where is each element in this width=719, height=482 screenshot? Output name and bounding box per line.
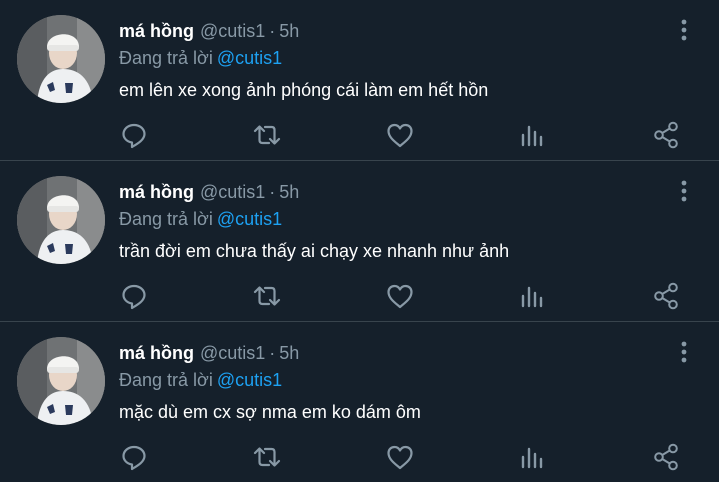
timestamp[interactable]: 5h bbox=[279, 182, 299, 202]
like-icon[interactable] bbox=[385, 442, 415, 472]
avatar-photo bbox=[17, 15, 105, 103]
tweet-text: mặc dù em cx sợ nma em ko dám ôm bbox=[119, 402, 421, 422]
reply-context: Đang trả lời @cutis1 bbox=[119, 47, 282, 69]
reply-icon[interactable] bbox=[119, 442, 149, 472]
reply-to-link[interactable]: @cutis1 bbox=[217, 48, 282, 68]
reply-context: Đang trả lời @cutis1 bbox=[119, 369, 282, 391]
reply-prefix: Đang trả lời bbox=[119, 48, 213, 68]
action-bar bbox=[0, 442, 719, 472]
reply-icon[interactable] bbox=[119, 120, 149, 150]
display-name[interactable]: má hồng bbox=[119, 21, 194, 41]
separator-dot: · bbox=[269, 182, 276, 202]
share-icon[interactable] bbox=[651, 120, 681, 150]
like-icon[interactable] bbox=[385, 281, 415, 311]
avatar[interactable] bbox=[17, 176, 105, 264]
user-handle[interactable]: @cutis1 bbox=[200, 182, 265, 202]
tweet-text: trần đời em chưa thấy ai chạy xe nhanh n… bbox=[119, 241, 510, 261]
display-name[interactable]: má hồng bbox=[119, 343, 194, 363]
like-icon[interactable] bbox=[385, 120, 415, 150]
separator-dot: · bbox=[269, 21, 276, 41]
tweet-header: má hồng @cutis1 · 5h bbox=[119, 20, 299, 42]
avatar-photo bbox=[17, 337, 105, 425]
more-vertical-icon[interactable] bbox=[674, 18, 694, 42]
analytics-icon[interactable] bbox=[518, 442, 548, 472]
avatar-photo bbox=[17, 176, 105, 264]
user-handle[interactable]: @cutis1 bbox=[200, 343, 265, 363]
reply-context: Đang trả lời @cutis1 bbox=[119, 208, 282, 230]
reply-prefix: Đang trả lời bbox=[119, 209, 213, 229]
reply-icon[interactable] bbox=[119, 281, 149, 311]
reply-to-link[interactable]: @cutis1 bbox=[217, 209, 282, 229]
retweet-icon[interactable] bbox=[252, 120, 282, 150]
action-bar bbox=[0, 281, 719, 311]
retweet-icon[interactable] bbox=[252, 281, 282, 311]
share-icon[interactable] bbox=[651, 442, 681, 472]
tweet[interactable]: má hồng @cutis1 · 5h Đang trả lời @cutis1 tr… bbox=[0, 161, 719, 322]
analytics-icon[interactable] bbox=[518, 281, 548, 311]
action-bar bbox=[0, 120, 719, 150]
retweet-icon[interactable] bbox=[252, 442, 282, 472]
timestamp[interactable]: 5h bbox=[279, 21, 299, 41]
analytics-icon[interactable] bbox=[518, 120, 548, 150]
avatar[interactable] bbox=[17, 15, 105, 103]
more-vertical-icon[interactable] bbox=[674, 340, 694, 364]
separator-dot: · bbox=[269, 343, 276, 363]
avatar[interactable] bbox=[17, 337, 105, 425]
display-name[interactable]: má hồng bbox=[119, 182, 194, 202]
tweet-header: má hồng @cutis1 · 5h bbox=[119, 181, 299, 203]
tweet[interactable]: má hồng @cutis1 · 5h Đang trả lời @cutis1 em… bbox=[0, 0, 719, 161]
tweet-header: má hồng @cutis1 · 5h bbox=[119, 342, 299, 364]
share-icon[interactable] bbox=[651, 281, 681, 311]
reply-to-link[interactable]: @cutis1 bbox=[217, 370, 282, 390]
more-vertical-icon[interactable] bbox=[674, 179, 694, 203]
tweet-feed: má hồng @cutis1 · 5h Đang trả lời @cutis1 em… bbox=[0, 0, 719, 482]
tweet[interactable]: má hồng @cutis1 · 5h Đang trả lời @cutis1 mặ… bbox=[0, 322, 719, 482]
reply-prefix: Đang trả lời bbox=[119, 370, 213, 390]
user-handle[interactable]: @cutis1 bbox=[200, 21, 265, 41]
timestamp[interactable]: 5h bbox=[279, 343, 299, 363]
tweet-text: em lên xe xong ảnh phóng cái làm em hết … bbox=[119, 80, 489, 100]
